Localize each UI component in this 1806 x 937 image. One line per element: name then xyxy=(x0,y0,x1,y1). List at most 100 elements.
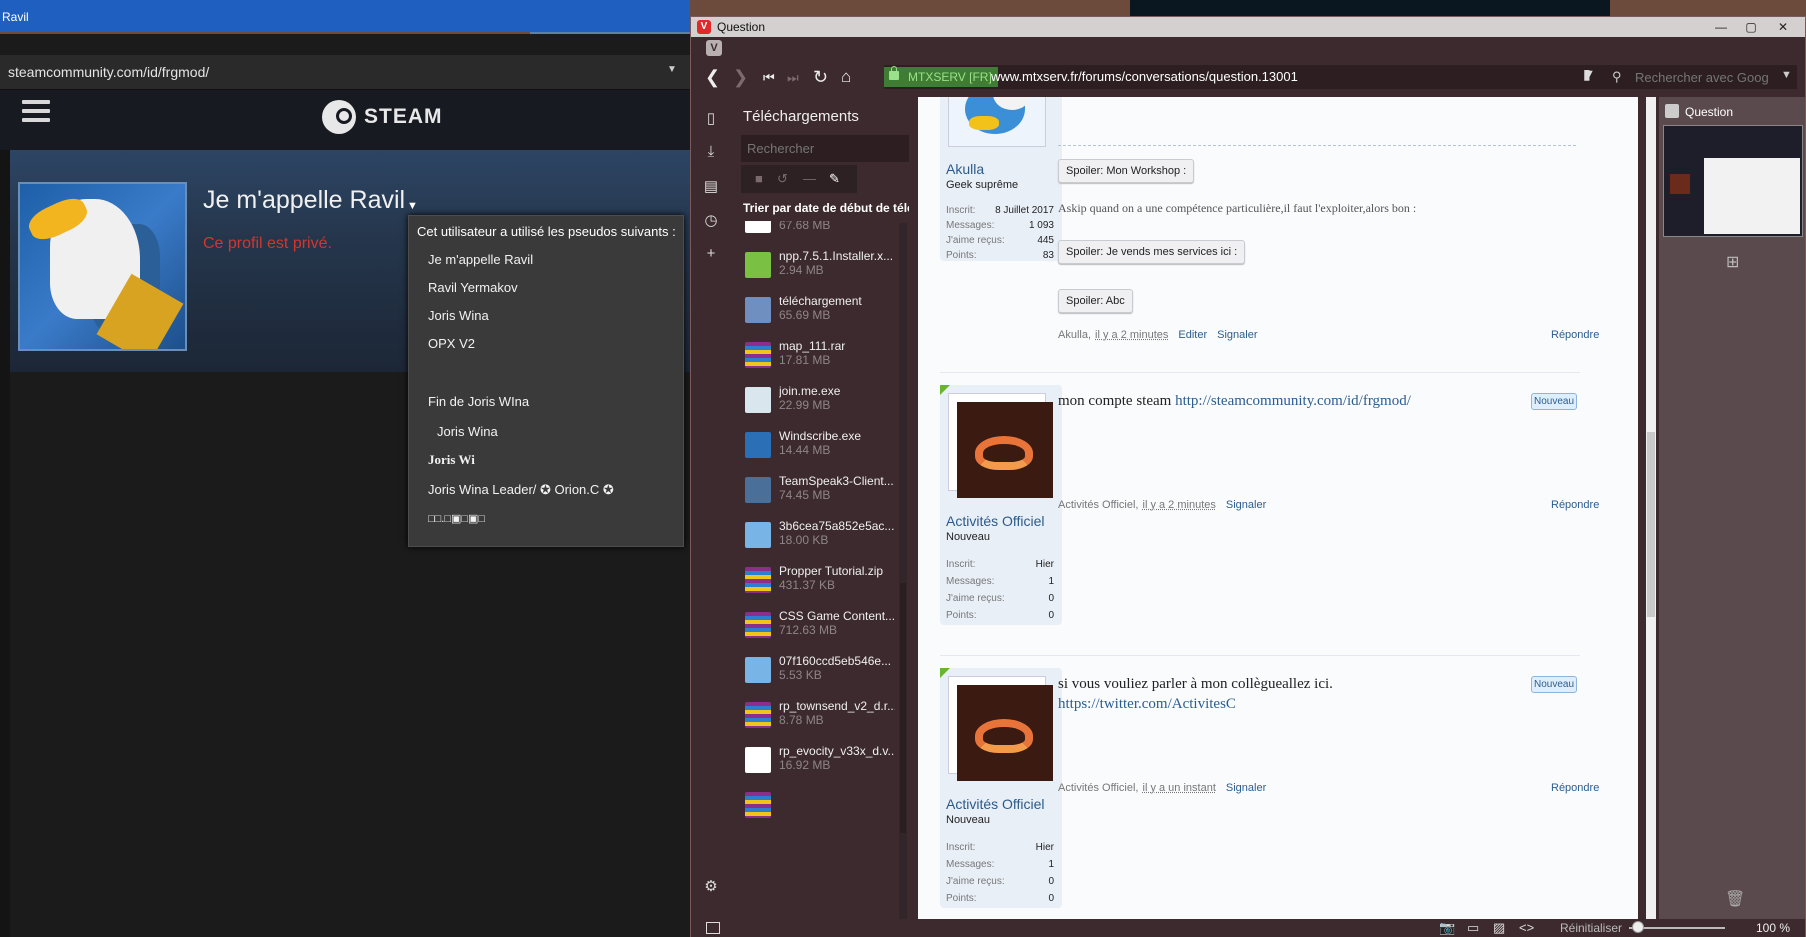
site-badge-label: MTXSERV [FR] xyxy=(908,70,992,84)
left-address-bar[interactable]: steamcommunity.com/id/frgmod/ ▼ xyxy=(0,55,690,90)
message-text: Askip quand on a une compétence particul… xyxy=(1058,201,1417,215)
user-avatar[interactable] xyxy=(948,676,1053,781)
page-tiling-icon[interactable]: ▭ xyxy=(1467,920,1479,936)
download-size: 14.44 MB xyxy=(779,443,831,457)
user-name-link[interactable]: Activités Officiel xyxy=(946,513,1045,529)
vivaldi-menu-button[interactable]: V xyxy=(706,40,722,56)
downloads-scrollbar[interactable] xyxy=(899,223,907,923)
close-button[interactable]: ✕ xyxy=(1769,17,1797,37)
zoom-slider-knob[interactable] xyxy=(1632,921,1644,933)
page-scrollbar[interactable] xyxy=(1646,97,1656,922)
user-avatar[interactable] xyxy=(948,393,1053,498)
images-icon[interactable]: ▨ xyxy=(1493,920,1505,936)
rar-archive-icon xyxy=(745,702,771,728)
tab-thumbnail[interactable] xyxy=(1663,125,1803,237)
user-name-link[interactable]: Akulla xyxy=(946,161,984,177)
hamburger-menu-icon[interactable] xyxy=(22,100,50,124)
maximize-button[interactable]: ▢ xyxy=(1737,17,1765,37)
message-link[interactable]: http://steamcommunity.com/id/frgmod/ xyxy=(1175,393,1411,409)
address-bar[interactable]: MTXSERV [FR] www.mtxserv.fr/forums/conve… xyxy=(884,65,1610,89)
download-name: CSS Game Content... xyxy=(779,609,895,623)
meta-author[interactable]: Activités Officiel, xyxy=(1058,782,1139,794)
alias-dropdown-icon[interactable]: ▼ xyxy=(407,200,418,212)
message-link[interactable]: https://twitter.com/ActivitesC xyxy=(1058,696,1236,713)
clear-brush-icon[interactable]: ✎ xyxy=(829,171,840,187)
spoiler-button[interactable]: Spoiler: Abc xyxy=(1058,289,1133,313)
address-url[interactable]: www.mtxserv.fr/forums/conversations/ques… xyxy=(991,69,1298,84)
home-icon[interactable]: ⌂ xyxy=(841,67,851,87)
bookmarks-icon[interactable]: ▯ xyxy=(702,109,720,127)
meta-time: il y a 2 minutes xyxy=(1095,329,1169,341)
reply-link[interactable]: Répondre xyxy=(1551,329,1599,341)
downloads-sort-header[interactable]: Trier par date de début de télé xyxy=(731,201,909,221)
steam-logo-text: STEAM xyxy=(364,105,443,128)
image-icon xyxy=(745,657,771,683)
fast-forward-icon[interactable]: ⏭ xyxy=(787,70,799,86)
site-security-badge[interactable]: MTXSERV [FR] xyxy=(884,66,998,87)
user-stat: J'aime reçus: 0 xyxy=(946,876,1054,887)
minimize-button[interactable]: — xyxy=(1707,17,1735,37)
stop-icon[interactable]: ■ xyxy=(755,171,763,186)
report-link[interactable]: Signaler xyxy=(1217,329,1257,341)
persona-name: Je m'appelle Ravil xyxy=(203,186,406,214)
download-size: 8.78 MB xyxy=(779,713,824,727)
chevron-down-icon[interactable]: ▼ xyxy=(667,64,677,75)
download-size: 17.81 MB xyxy=(779,353,831,367)
user-stat: J'aime reçus: 445 xyxy=(946,235,1054,246)
spoiler-button[interactable]: Spoiler: Mon Workshop : xyxy=(1058,159,1195,183)
add-tab-icon[interactable]: ⊞ xyxy=(1726,252,1739,272)
meta-author[interactable]: Activités Officiel, xyxy=(1058,499,1139,511)
trash-icon[interactable]: 🗑 xyxy=(1725,889,1745,909)
zoom-reset-button[interactable]: Réinitialiser xyxy=(1560,921,1622,935)
notes-icon[interactable]: ▤ xyxy=(702,177,720,195)
steam-logo[interactable]: STEAM xyxy=(322,100,443,134)
user-stat: Inscrit: 8 Juillet 2017 xyxy=(946,205,1054,216)
chevron-down-icon[interactable]: ▼ xyxy=(1781,69,1792,81)
reload-icon[interactable]: ↻ xyxy=(813,67,828,88)
user-stat: Inscrit: Hier xyxy=(946,559,1054,570)
downloads-icon[interactable]: ⤓ xyxy=(702,143,720,161)
windscribe-icon xyxy=(745,432,771,458)
lock-icon xyxy=(889,66,899,80)
history-icon[interactable]: ◷ xyxy=(702,211,720,229)
search-input[interactable] xyxy=(1633,68,1777,87)
panel-toggle-icon[interactable] xyxy=(706,922,720,934)
spoiler-button[interactable]: Spoiler: Je vends mes services ici : xyxy=(1058,240,1246,264)
downloads-search-input[interactable] xyxy=(741,135,909,162)
quote-separator xyxy=(1058,145,1576,146)
meta-author[interactable]: Akulla, xyxy=(1058,329,1091,341)
retry-icon[interactable]: ↺ xyxy=(777,171,788,187)
reply-link[interactable]: Répondre xyxy=(1551,782,1599,794)
user-title: Nouveau xyxy=(946,814,991,826)
left-url-text[interactable]: steamcommunity.com/id/frgmod/ xyxy=(8,64,209,80)
user-name-link[interactable]: Activités Officiel xyxy=(946,796,1045,812)
edit-link[interactable]: Editer xyxy=(1178,329,1207,341)
remove-icon[interactable]: — xyxy=(803,171,816,186)
reply-link[interactable]: Répondre xyxy=(1551,499,1599,511)
code-icon[interactable]: <> xyxy=(1519,920,1534,935)
bookmark-icon[interactable]: ▮ xyxy=(1583,66,1591,83)
alias-item: Fin de Joris WIna xyxy=(428,394,530,409)
zoom-slider[interactable] xyxy=(1629,921,1725,933)
search-field[interactable]: ⚲ ▼ xyxy=(1607,65,1797,89)
add-panel-icon[interactable]: + xyxy=(702,245,720,263)
camera-icon[interactable]: 📷 xyxy=(1439,920,1455,936)
report-link[interactable]: Signaler xyxy=(1226,499,1266,511)
alias-item: OPX V2 xyxy=(428,336,475,351)
settings-icon[interactable]: ⚙ xyxy=(702,877,720,895)
tab-question[interactable]: Question xyxy=(1663,101,1801,123)
download-item[interactable] xyxy=(731,784,901,836)
rewind-icon[interactable]: ⏮ xyxy=(763,70,775,86)
exe-icon xyxy=(745,387,771,413)
private-profile-notice: Ce profil est privé. xyxy=(203,235,332,252)
report-link[interactable]: Signaler xyxy=(1226,782,1266,794)
downloads-title: Téléchargements xyxy=(743,108,859,125)
rar-archive-icon xyxy=(745,612,771,638)
scrollbar-thumb[interactable] xyxy=(900,583,906,833)
user-stat: Messages: 1 xyxy=(946,859,1054,870)
rar-archive-icon xyxy=(745,567,771,593)
scrollbar-thumb[interactable] xyxy=(1647,432,1655,617)
back-icon[interactable]: ❮ xyxy=(705,67,720,88)
user-avatar[interactable] xyxy=(948,97,1046,147)
forward-icon[interactable]: ❯ xyxy=(733,67,748,88)
